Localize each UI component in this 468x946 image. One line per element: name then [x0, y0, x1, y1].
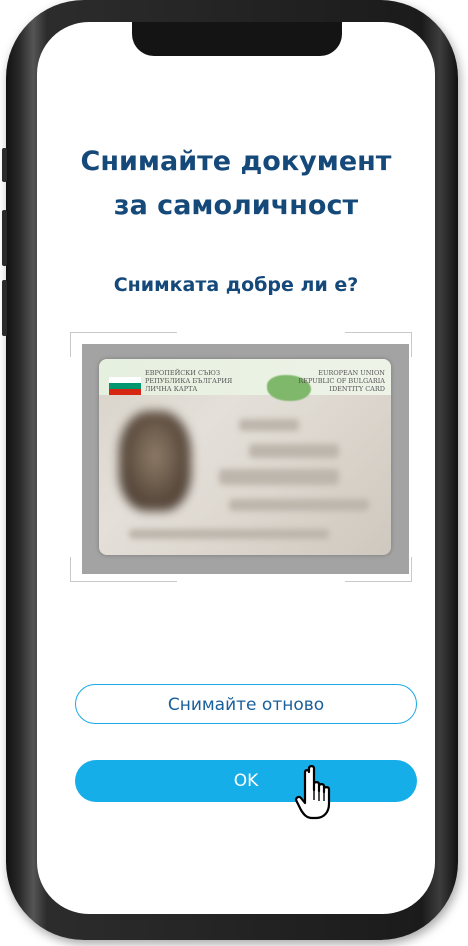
id-card-text-bg-1: ЕВРОПЕЙСКИ СЪЮЗ: [145, 369, 220, 377]
document-preview-area: ЕВРОПЕЙСКИ СЪЮЗ РЕПУБЛИКА БЪЛГАРИЯ ЛИЧНА…: [70, 332, 412, 582]
retake-photo-button[interactable]: Снимайте отново: [75, 684, 417, 724]
id-card-text-en-3: IDENTITY CARD: [329, 385, 385, 393]
phone-volume-up-button: [2, 210, 7, 266]
blurred-field: [219, 469, 339, 485]
phone-volume-down-button: [2, 280, 7, 336]
captured-photo: ЕВРОПЕЙСКИ СЪЮЗ РЕПУБЛИКА БЪЛГАРИЯ ЛИЧНА…: [82, 344, 409, 574]
blurred-field: [249, 444, 339, 458]
photo-question: Снимката добре ли е?: [113, 274, 359, 296]
id-card-header-bg: ЕВРОПЕЙСКИ СЪЮЗ РЕПУБЛИКА БЪЛГАРИЯ ЛИЧНА…: [145, 369, 232, 393]
page-title-line-1: Снимайте документ: [80, 146, 392, 177]
bulgarian-flag-icon: [109, 377, 141, 395]
page-title-line-2: за самоличност: [113, 190, 359, 221]
id-card-text-bg-3: ЛИЧНА КАРТА: [145, 385, 198, 393]
phone-notch: [132, 22, 342, 56]
blurred-portrait: [119, 411, 191, 511]
blurred-field: [229, 499, 369, 511]
phone-side-button: [2, 148, 7, 182]
hand-pointer-icon: [295, 765, 331, 820]
id-card-text-bg-2: РЕПУБЛИКА БЪЛГАРИЯ: [145, 377, 233, 385]
id-card-header-en: EUROPEAN UNION REPUBLIC OF BULGARIA IDEN…: [297, 369, 385, 393]
id-card-text-en-1: EUROPEAN UNION: [318, 369, 385, 377]
ok-button[interactable]: OK: [75, 760, 417, 802]
phone-screen: Снимайте документ за самоличност Снимкат…: [37, 22, 435, 914]
blurred-field: [129, 529, 329, 539]
page-title: Снимайте документ за самоличност: [37, 140, 435, 228]
id-card-image: ЕВРОПЕЙСКИ СЪЮЗ РЕПУБЛИКА БЪЛГАРИЯ ЛИЧНА…: [99, 359, 391, 555]
id-card-text-en-2: REPUBLIC OF BULGARIA: [298, 377, 385, 385]
blurred-field: [239, 419, 299, 431]
